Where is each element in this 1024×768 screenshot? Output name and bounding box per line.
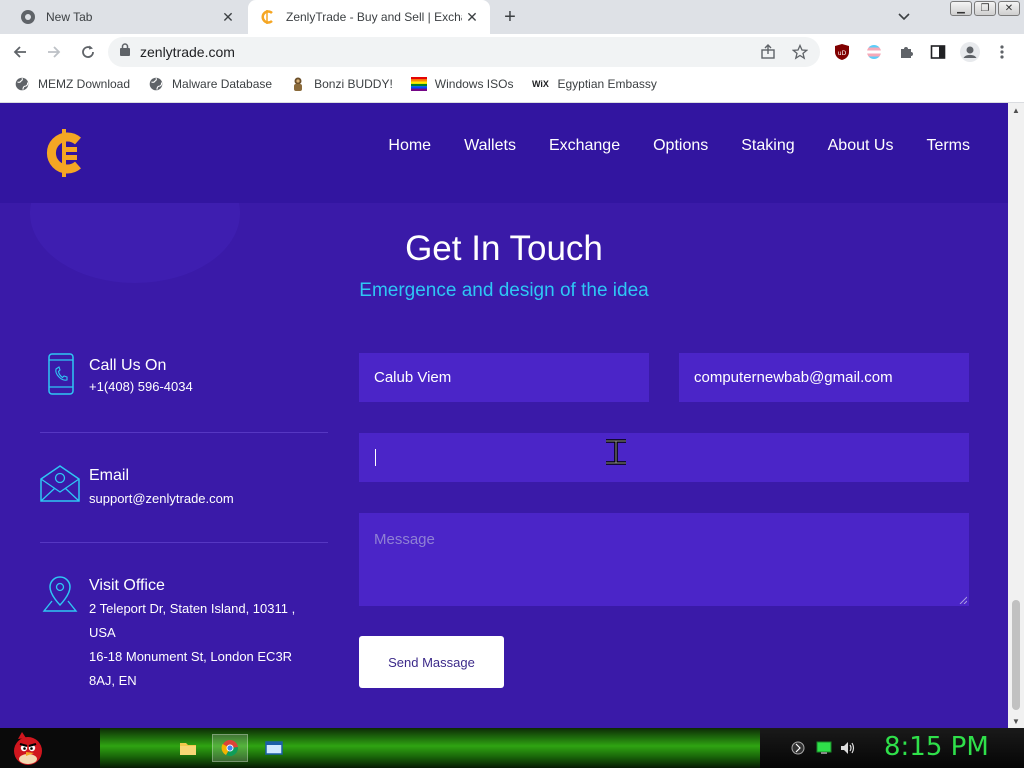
location-pin-icon	[40, 573, 80, 618]
subject-input[interactable]	[359, 433, 969, 482]
nav-about-us[interactable]: About Us	[828, 137, 894, 155]
name-input[interactable]: Calub Viem	[359, 353, 649, 402]
text-cursor-icon	[604, 439, 628, 465]
tab-search-chevron-icon[interactable]	[894, 7, 914, 27]
message-textarea[interactable]: Message	[359, 513, 969, 606]
wix-icon: WiX	[532, 79, 549, 89]
message-placeholder: Message	[374, 531, 435, 548]
globe-icon	[14, 76, 30, 92]
file-explorer-icon[interactable]	[170, 734, 206, 762]
scroll-thumb[interactable]	[1012, 600, 1020, 710]
scroll-down-arrow-icon[interactable]: ▼	[1008, 714, 1024, 728]
chrome-taskbar-icon[interactable]	[212, 734, 248, 762]
bookmark-label: Malware Database	[172, 77, 273, 91]
address-bar[interactable]: zenlytrade.com	[108, 37, 820, 67]
section-heading: Get In Touch	[405, 229, 603, 268]
windows-flag-icon	[410, 76, 427, 92]
nav-staking[interactable]: Staking	[741, 137, 794, 155]
pride-extension-icon[interactable]	[862, 40, 886, 64]
tab-zenlytrade[interactable]: ZenlyTrade - Buy and Sell | Excha ✕	[248, 0, 490, 34]
nav-options[interactable]: Options	[653, 137, 708, 155]
contact-office: Visit Office 2 Teleport Dr, Staten Islan…	[40, 571, 328, 691]
contact-phone-number: +1(408) 596-4034	[89, 379, 193, 394]
close-tab-icon[interactable]: ✕	[218, 7, 238, 27]
tab-strip: New Tab ✕ ZenlyTrade - Buy and Sell | Ex…	[0, 0, 1024, 34]
bookmark-label: Windows ISOs	[434, 77, 514, 91]
svg-text:uD: uD	[838, 50, 847, 57]
section-subheading: Emergence and design of the idea	[359, 280, 649, 301]
network-tray-icon[interactable]	[790, 740, 806, 756]
bookmark-label: MEMZ Download	[38, 77, 131, 91]
profile-avatar-icon[interactable]	[958, 40, 982, 64]
bookmarks-bar: MEMZ Download Malware Database Bonzi BUD…	[0, 70, 1024, 98]
bookmark-star-icon[interactable]	[788, 40, 812, 64]
bookmark-egyptian-embassy[interactable]: WiX Egyptian Embassy	[531, 76, 657, 92]
contact-title: Visit Office	[89, 577, 165, 594]
bookmark-windows-isos[interactable]: Windows ISOs	[410, 76, 514, 92]
close-window-button[interactable]: ✕	[998, 1, 1020, 16]
globe-icon	[148, 76, 164, 92]
zenlytrade-logo-icon[interactable]	[44, 125, 88, 181]
lock-icon[interactable]	[120, 43, 130, 61]
minimize-button[interactable]: ▁	[950, 1, 972, 16]
office-address-line: 8AJ, EN	[89, 673, 137, 688]
email-icon	[40, 463, 80, 508]
bookmark-bonzi-buddy[interactable]: Bonzi BUDDY!	[290, 76, 393, 92]
extensions-puzzle-icon[interactable]	[894, 40, 918, 64]
tab-title: New Tab	[46, 10, 93, 24]
volume-tray-icon[interactable]	[840, 740, 856, 756]
contact-title: Email	[89, 467, 130, 484]
share-icon[interactable]	[756, 40, 780, 64]
bookmark-label: Egyptian Embassy	[557, 77, 657, 91]
back-button[interactable]	[6, 38, 34, 66]
phone-icon	[48, 353, 74, 400]
restore-button[interactable]: ❐	[974, 1, 996, 16]
window-controls: ▁ ❐ ✕	[950, 1, 1020, 16]
nav-wallets[interactable]: Wallets	[464, 137, 516, 155]
office-address-line: 2 Teleport Dr, Staten Island, 10311 ,	[89, 601, 296, 616]
contact-email: Email support@zenlytrade.com	[40, 461, 328, 511]
new-tab-button[interactable]: +	[498, 5, 522, 29]
main-nav: Home Wallets Exchange Options Staking Ab…	[355, 137, 970, 155]
start-button-angry-bird-icon[interactable]	[8, 729, 48, 767]
site-header: Home Wallets Exchange Options Staking Ab…	[0, 103, 1008, 203]
contact-email-address[interactable]: support@zenlytrade.com	[89, 487, 319, 511]
forward-button[interactable]	[40, 38, 68, 66]
scroll-up-arrow-icon[interactable]: ▲	[1008, 103, 1024, 117]
nav-home[interactable]: Home	[388, 137, 431, 155]
office-address-line: USA	[89, 625, 116, 640]
contact-title: Call Us On	[89, 357, 167, 374]
chrome-icon	[20, 9, 36, 25]
bookmark-malware-database[interactable]: Malware Database	[148, 76, 272, 92]
side-panel-icon[interactable]	[926, 40, 950, 64]
text-caret	[375, 449, 376, 466]
bookmark-label: Bonzi BUDDY!	[314, 77, 393, 91]
office-address-line: 16-18 Monument St, London EC3R	[89, 649, 293, 664]
browser-toolbar: zenlytrade.com uD	[0, 34, 1024, 70]
bookmark-memz-download[interactable]: MEMZ Download	[14, 76, 130, 92]
close-tab-icon[interactable]: ✕	[462, 7, 482, 27]
reload-button[interactable]	[74, 38, 102, 66]
email-input[interactable]: computernewbab@gmail.com	[679, 353, 969, 402]
menu-kebab-icon[interactable]	[990, 40, 1014, 64]
display-tray-icon[interactable]	[816, 740, 832, 756]
page-scrollbar[interactable]: ▲ ▼	[1008, 103, 1024, 728]
resize-handle-icon[interactable]	[959, 596, 967, 604]
ublock-extension-icon[interactable]: uD	[830, 40, 854, 64]
bonzi-icon	[290, 76, 306, 92]
web-page: Home Wallets Exchange Options Staking Ab…	[0, 103, 1008, 728]
taskbar-clock[interactable]: 8:15 PM	[884, 732, 989, 762]
tab-new-tab[interactable]: New Tab ✕	[8, 0, 246, 34]
zenlytrade-favicon-icon	[260, 9, 276, 25]
nav-exchange[interactable]: Exchange	[549, 137, 620, 155]
window-app-icon[interactable]	[256, 734, 292, 762]
contact-phone: Call Us On +1(408) 596-4034	[40, 351, 328, 401]
taskbar: 8:15 PM	[0, 728, 1024, 768]
tab-title: ZenlyTrade - Buy and Sell | Excha	[286, 10, 462, 24]
divider	[40, 432, 328, 433]
url-text: zenlytrade.com	[140, 44, 235, 60]
send-message-button[interactable]: Send Massage	[359, 636, 504, 688]
nav-terms[interactable]: Terms	[926, 137, 970, 155]
divider	[40, 542, 328, 543]
